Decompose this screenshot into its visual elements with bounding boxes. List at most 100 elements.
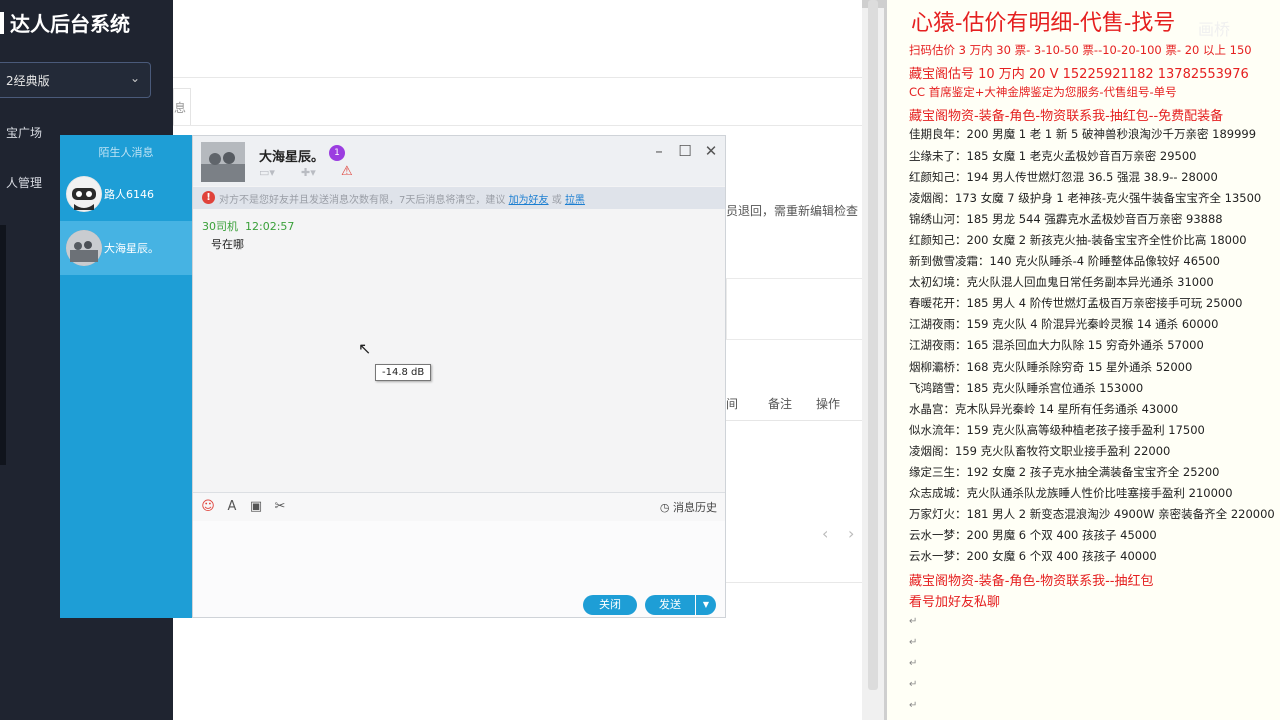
bg-th: 间 xyxy=(726,397,739,411)
font-icon[interactable]: A xyxy=(223,498,241,516)
message-history-button[interactable]: ◷ 消息历史 xyxy=(660,499,717,515)
document-panel: 心猿-估价有明细-代售-找号 扫码估价 3 万内 30 票- 3-10-50 票… xyxy=(884,0,1280,720)
document-line: 锦绣山河：185 男龙 544 强霹克水孟极妙音百万亲密 93888 xyxy=(909,211,1223,226)
add-friend-link[interactable]: 加为好友 xyxy=(509,195,549,206)
sidebar-item-people[interactable]: 人管理 xyxy=(6,174,42,191)
document-line: 凌烟阁：159 克火队畜牧符文职业接手盈利 22000 xyxy=(909,443,1171,458)
bg-divider xyxy=(173,125,863,126)
scrollbar[interactable] xyxy=(862,0,884,720)
document-line: 藏宝阁物资-装备-角色-物资联系我--抽红包 xyxy=(909,573,1154,589)
document-line: 红颜知己：200 女魔 2 新孩克火抽-装备宝宝齐全性价比高 18000 xyxy=(909,232,1247,247)
paragraph-mark-icon: ↵ xyxy=(909,699,918,711)
volume-tooltip: -14.8 dB xyxy=(375,364,432,381)
message-meta: 30司机 12:02:57 xyxy=(202,218,294,234)
bg-th: 操作 xyxy=(816,397,841,411)
message-time: 12:02:57 xyxy=(245,220,295,233)
mouse-cursor-icon: ↖ xyxy=(358,339,372,358)
bg-box xyxy=(726,278,867,340)
chat-toolbar: ☺ A ▣ ✂ ◷ 消息历史 xyxy=(193,492,725,522)
maximize-icon[interactable]: ☐ xyxy=(674,140,696,162)
contact-list-header: 陌生人消息 xyxy=(98,146,154,159)
block-link[interactable]: 拉黑 xyxy=(565,195,585,206)
bg-notice-text: 员退回，需重新编辑检查 xyxy=(726,204,859,218)
version-select[interactable]: 2经典版 ⌄ xyxy=(0,62,151,98)
send-button[interactable]: 发送 xyxy=(645,595,695,615)
scissors-icon[interactable]: ✂ xyxy=(271,498,289,516)
contact-name: 路人6146 xyxy=(104,188,154,201)
chat-contact-name: 大海星辰。 xyxy=(259,150,325,165)
bg-divider xyxy=(173,77,863,78)
pager-prev-icon[interactable]: ‹ xyxy=(822,524,828,543)
sidebar-item-plaza[interactable]: 宝广场 xyxy=(6,124,42,141)
watermark: 画桥 xyxy=(1198,20,1231,39)
history-label: 消息历史 xyxy=(673,501,717,514)
warning-icon: ! xyxy=(202,191,215,204)
document-line: 新到傲雪凌霜：140 克火队睡杀-4 阶睡整体品像较好 46500 xyxy=(909,254,1220,268)
ninja-avatar-icon xyxy=(67,177,101,211)
document-title: 心猿-估价有明细-代售-找号 xyxy=(911,11,1176,36)
chat-avatar[interactable] xyxy=(201,142,245,182)
emoji-icon[interactable]: ☺ xyxy=(199,498,217,516)
paragraph-mark-icon: ↵ xyxy=(909,657,918,669)
document-line: 凌烟阁：173 女魔 7 级护身 1 老神孩-克火强牛装备宝宝齐全 13500 xyxy=(909,190,1262,205)
brand-logo xyxy=(0,12,4,34)
document-line: 佳期良年：200 男魔 1 老 1 新 5 破神兽秒浪淘沙千万亲密 189999 xyxy=(909,127,1257,142)
chat-contact-list: 陌生人消息 路人6146 大海星辰。 xyxy=(60,135,192,618)
document-line: 飞鸿踏雪：185 克火队睡杀宫位通杀 153000 xyxy=(909,380,1144,395)
document-line: CC 首席鉴定+大神金牌鉴定为您服务-代售组号-单号 xyxy=(909,85,1177,100)
chevron-down-icon: ⌄ xyxy=(129,71,140,85)
bg-table-header: 间 备注 操作 xyxy=(726,386,866,421)
message-text: 号在哪 xyxy=(211,238,244,251)
paragraph-mark-icon: ↵ xyxy=(909,615,918,627)
minimize-icon[interactable]: – xyxy=(648,140,670,162)
version-select-value: 2经典版 xyxy=(6,74,50,88)
document-line: 太初幻境：克火队混人回血鬼日常任务副本异光通杀 31000 xyxy=(909,275,1214,290)
document-line: 烟柳灞桥：168 克火队睡杀除穷奇 15 星外通杀 52000 xyxy=(909,359,1193,374)
document-line: 众志成城：克火队通杀队龙族睡人性价比哇塞接手盈利 210000 xyxy=(909,486,1233,501)
close-button[interactable]: 关闭 xyxy=(583,595,637,615)
message-sender: 30司机 xyxy=(202,220,238,233)
document-line: 扫码估价 3 万内 30 票- 3-10-50 票--10-20-100 票- … xyxy=(909,43,1252,57)
folder-icon[interactable]: ▭▾ xyxy=(259,166,275,179)
bg-tab-label: 息 xyxy=(174,101,187,115)
paragraph-mark-icon: ↵ xyxy=(909,678,918,690)
image-icon[interactable]: ▣ xyxy=(247,498,265,516)
contact-name: 大海星辰。 xyxy=(104,242,159,255)
clock-icon: ◷ xyxy=(659,501,670,514)
vip-badge: 1 xyxy=(329,145,345,161)
document-line: 似水流年：159 克火队高等级种植老孩子接手盈利 17500 xyxy=(909,422,1205,437)
stranger-notice: ! 对方不是您好友并且发送消息次数有限，7天后消息将清空，建议 加为好友 或 拉… xyxy=(193,187,725,209)
bg-tab[interactable]: 息 xyxy=(173,88,191,125)
send-options-chevron-icon[interactable]: ▼ xyxy=(696,595,716,615)
avatar xyxy=(66,176,102,212)
document-line: 江湖夜雨：159 克火队 4 阶混异光秦岭灵猴 14 通杀 60000 xyxy=(909,317,1219,332)
paragraph-mark-icon: ↵ xyxy=(909,636,918,648)
document-line: 尘缘未了：185 女魔 1 老克火孟极妙音百万亲密 29500 xyxy=(909,148,1197,163)
photo-avatar-icon xyxy=(66,230,102,266)
contact-item-selected[interactable]: 大海星辰。 xyxy=(60,221,192,275)
close-icon[interactable]: ✕ xyxy=(700,140,722,162)
brand-title: 达人后台系统 xyxy=(10,12,130,36)
document-line: 江湖夜雨：165 混杀回血大力队除 15 穷奇外通杀 57000 xyxy=(909,338,1204,353)
bg-divider xyxy=(726,582,866,583)
contact-item[interactable]: 路人6146 xyxy=(60,167,192,221)
document-line: 春暖花开：185 男人 4 阶传世燃灯孟极百万亲密接手可玩 25000 xyxy=(909,296,1243,311)
bg-th: 备注 xyxy=(768,397,793,411)
document-line: 缘定三生：192 女魔 2 孩子克水抽全满装备宝宝齐全 25200 xyxy=(909,465,1220,479)
document-line: 云水一梦：200 男魔 6 个双 400 孩孩子 45000 xyxy=(909,528,1157,543)
scrollbar-thumb[interactable] xyxy=(868,0,878,690)
alarm-icon[interactable]: ⚠ xyxy=(341,164,353,179)
chat-window: 大海星辰。 1 ▭▾ ✚▾ ⚠ – ☐ ✕ ! 对方不是您好友并且发送消息次数有… xyxy=(192,135,726,618)
document-line: 红颜知己：194 男人传世燃灯忽混 36.5 强混 38.9-- 28000 xyxy=(909,169,1218,184)
transfer-icon[interactable]: ✚▾ xyxy=(301,166,316,179)
sidebar-edge xyxy=(0,225,6,465)
notice-text: 对方不是您好友并且发送消息次数有限，7天后消息将清空，建议 加为好友 或 拉黑 xyxy=(219,195,585,206)
document-line: 看号加好友私聊 xyxy=(909,594,1001,610)
chat-header: 大海星辰。 1 ▭▾ ✚▾ ⚠ – ☐ ✕ xyxy=(193,136,725,186)
avatar xyxy=(66,230,102,266)
document-line: 藏宝阁估号 10 万内 20 V 15225921182 13782553976 xyxy=(909,67,1249,83)
document-line: 藏宝阁物资-装备-角色-物资联系我-抽红包--免费配装备 xyxy=(909,109,1224,125)
pager-next-icon[interactable]: › xyxy=(848,524,854,543)
document-line: 水晶宫：克木队异光秦岭 14 星所有任务通杀 43000 xyxy=(909,401,1179,416)
document-line: 云水一梦：200 女魔 6 个双 400 孩孩子 40000 xyxy=(909,549,1157,564)
